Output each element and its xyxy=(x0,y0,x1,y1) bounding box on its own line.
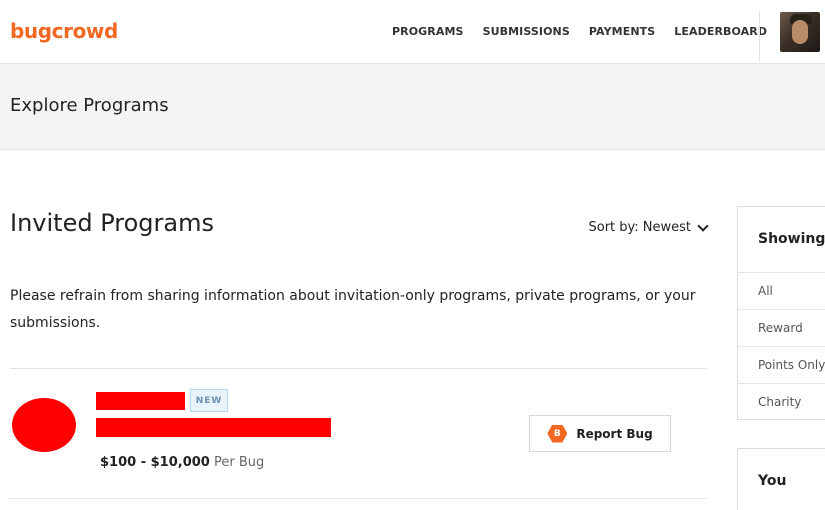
report-bug-button[interactable]: B Report Bug xyxy=(529,415,671,452)
report-bug-label: Report Bug xyxy=(576,426,653,441)
you-panel-title: You xyxy=(758,473,787,489)
you-panel: You xyxy=(737,448,825,510)
reward-amount: $100 - $10,000 xyxy=(100,455,210,470)
reward-unit: Per Bug xyxy=(213,455,265,470)
divider xyxy=(10,498,707,499)
nav-programs[interactable]: PROGRAMS xyxy=(392,25,464,38)
bugcrowd-hex-icon: B xyxy=(547,424,568,443)
program-logo-redacted[interactable] xyxy=(12,398,76,452)
nav-divider xyxy=(759,10,760,62)
bugcrowd-logo[interactable]: bugcrowd xyxy=(10,19,118,43)
avatar-face xyxy=(792,20,808,44)
filter-list: All Reward Points Only Charity xyxy=(738,272,825,420)
main-nav: PROGRAMS SUBMISSIONS PAYMENTS LEADERBOAR… xyxy=(392,25,786,38)
chevron-down-icon xyxy=(697,219,709,232)
nav-leaderboard[interactable]: LEADERBOARD xyxy=(674,25,767,38)
page-title: Explore Programs xyxy=(10,95,169,116)
sort-dropdown[interactable]: Sort by: Newest xyxy=(588,219,709,235)
sort-label: Sort by: Newest xyxy=(588,220,691,235)
divider xyxy=(10,368,707,369)
nav-payments[interactable]: PAYMENTS xyxy=(589,25,655,38)
nav-submissions[interactable]: SUBMISSIONS xyxy=(483,25,570,38)
section-heading: Invited Programs xyxy=(10,209,214,237)
top-header: bugcrowd PROGRAMS SUBMISSIONS PAYMENTS L… xyxy=(0,0,825,64)
privacy-notice: Please refrain from sharing information … xyxy=(10,288,696,331)
filter-panel: Showing All Reward Points Only Charity xyxy=(737,206,825,420)
reward-range: $100 - $10,000 Per Bug xyxy=(100,455,264,470)
filter-charity[interactable]: Charity xyxy=(738,383,825,420)
main-content: Invited Programs Sort by: Newest Please … xyxy=(10,150,709,510)
program-name-redacted[interactable] xyxy=(96,392,185,410)
filter-all[interactable]: All xyxy=(738,272,825,309)
filter-points-only[interactable]: Points Only xyxy=(738,346,825,383)
new-badge: NEW xyxy=(190,389,228,412)
program-description-redacted xyxy=(96,418,331,437)
filter-panel-title: Showing xyxy=(758,231,825,247)
filter-reward[interactable]: Reward xyxy=(738,309,825,346)
user-avatar[interactable] xyxy=(780,12,820,52)
page-header-band: Explore Programs xyxy=(0,64,825,150)
